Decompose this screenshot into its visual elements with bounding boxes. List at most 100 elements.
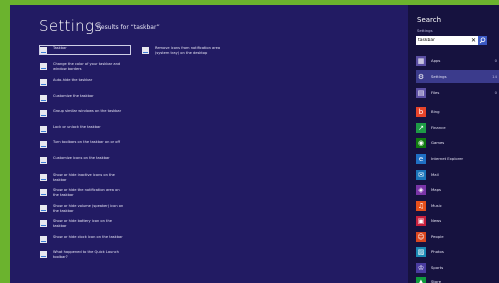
control-panel-icon [40,63,47,70]
search-scope-finance[interactable]: ↗ Finance [416,121,499,134]
search-input[interactable] [417,36,468,45]
control-panel-icon [40,157,47,164]
control-panel-icon [40,95,47,102]
search-scope-people[interactable]: ☺ People [416,230,499,243]
control-panel-icon [40,189,47,196]
search-scope-label: News [431,218,442,223]
result-item[interactable]: Customize icons on the taskbar [40,156,125,164]
search-scope-store[interactable]: ▲ Store [416,275,499,283]
gear-icon: ⚙ [416,71,426,82]
search-scope-label: Files [431,90,440,95]
search-scope-sports[interactable]: ♔ Sports [416,261,499,274]
control-panel-icon [40,220,47,227]
control-panel-icon [142,47,149,54]
search-scope-mail[interactable]: ✉ Mail [416,168,499,181]
search-scope-apps[interactable]: ▦ Apps 0 [416,54,499,67]
search-button[interactable] [478,36,487,45]
result-item[interactable]: Show or hide clock icon on the taskbar [40,235,125,243]
search-scope-files[interactable]: ▤ Files 0 [416,86,499,99]
search-scope-news[interactable]: ▣ News [416,214,499,227]
result-label: Change the color of your taskbar and win… [53,62,121,71]
search-scope-music[interactable]: ♫ Music [416,199,499,212]
store-icon: ▲ [416,276,426,283]
result-item[interactable]: Show or hide volume (speaker) icon on th… [40,204,125,213]
result-label: Group similar windows on the taskbar [53,109,122,113]
result-label: Taskbar [53,46,67,50]
search-scope-label: People [431,234,444,239]
control-panel-icon [40,251,47,258]
photos-icon: ▨ [416,246,426,257]
search-scope-label: Games [431,140,445,145]
search-scope-internet-explorer[interactable]: e Internet Explorer [416,152,499,165]
result-label: Remove icons from notification area (sys… [155,46,221,55]
news-icon: ▣ [416,215,426,226]
result-item[interactable]: Taskbar [39,45,131,55]
file-icon: ▤ [416,87,426,98]
search-scope-maps[interactable]: ◈ Maps [416,183,499,196]
apps-icon: ▦ [416,55,426,66]
result-count: 0 [494,90,497,95]
result-item[interactable]: Lock or unlock the taskbar [40,125,125,133]
settings-search-screen: Settings Results for “taskbar” Taskbar Ch… [10,5,499,283]
control-panel-icon [40,141,47,148]
result-label: Show or hide clock icon on the taskbar [53,235,123,239]
results-subtitle: Results for “taskbar” [97,24,160,31]
result-count: 0 [494,58,497,63]
result-label: Show or hide inactive icons on the taskb… [53,173,115,182]
result-label: Auto-hide the taskbar [53,78,93,82]
search-scope-label: Mail [431,172,439,177]
result-item[interactable]: Group similar windows on the taskbar [40,109,125,117]
result-label: Customize the taskbar [53,94,94,98]
search-scope-label: Finance [431,125,446,130]
maps-icon: ◈ [416,184,426,195]
mail-icon: ✉ [416,169,426,180]
search-scope-label: Apps [431,58,441,63]
search-scope-label: Internet Explorer [431,156,464,161]
finance-icon: ↗ [416,122,426,133]
result-item[interactable]: Show or hide inactive icons on the taskb… [40,173,125,182]
search-scope-label: Maps [431,187,441,192]
search-scope-bing[interactable]: b Bing [416,105,499,118]
result-item[interactable]: Remove icons from notification area (sys… [142,46,227,55]
bing-icon: b [416,106,426,117]
result-label: Show or hide the notification area on th… [53,188,120,197]
search-scope-label: Store [431,279,442,283]
search-scope-label: Photos [431,249,444,254]
control-panel-icon [40,126,47,133]
search-scope-settings[interactable]: ⚙ Settings 14 [416,70,499,83]
search-scope-label: Settings [431,74,447,79]
result-item[interactable]: Auto-hide the taskbar [40,78,125,86]
search-icon [479,37,486,44]
result-label: Show or hide volume (speaker) icon on th… [53,204,124,213]
search-scope-games[interactable]: ◉ Games [416,136,499,149]
result-item[interactable]: Show or hide the notification area on th… [40,188,125,197]
result-count: 14 [492,74,497,79]
control-panel-icon [40,47,47,54]
result-item[interactable]: Show or hide battery icon on the taskbar [40,219,125,228]
result-label: Lock or unlock the taskbar [53,125,101,129]
search-scope-label: Sports [431,265,444,270]
people-icon: ☺ [416,231,426,242]
page-title: Settings [39,17,103,35]
control-panel-icon [40,79,47,86]
control-panel-icon [40,174,47,181]
search-charm: Search Settings ✕ ▦ Apps 0 ⚙ Settings 14 ▤ File… [408,5,499,283]
search-box: ✕ [416,36,487,45]
search-scope-label: Bing [431,109,440,114]
sports-icon: ♔ [416,262,426,273]
control-panel-icon [40,110,47,117]
search-scope-photos[interactable]: ▨ Photos [416,245,499,258]
result-label: Customize icons on the taskbar [53,156,110,160]
control-panel-icon [40,205,47,212]
result-item[interactable]: Customize the taskbar [40,94,125,102]
clear-search-button[interactable]: ✕ [470,36,477,45]
result-label: Turn toolbars on the taskbar on or off [53,140,120,144]
games-icon: ◉ [416,137,426,148]
result-item[interactable]: What happened to the Quick Launch toolba… [40,250,125,259]
result-label: Show or hide battery icon on the taskbar [53,219,112,228]
music-icon: ♫ [416,200,426,211]
control-panel-icon [40,236,47,243]
internet-explorer-icon: e [416,153,426,164]
result-item[interactable]: Turn toolbars on the taskbar on or off [40,140,125,148]
result-item[interactable]: Change the color of your taskbar and win… [40,62,125,71]
